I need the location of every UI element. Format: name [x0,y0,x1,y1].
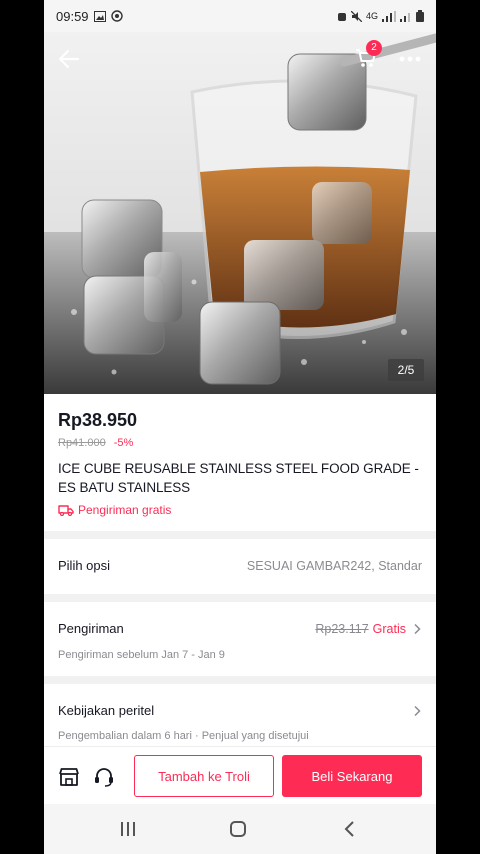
status-time: 09:59 [56,8,89,24]
signal-icon [382,10,396,22]
chevron-right-icon [414,623,421,634]
phone-screen: 09:59 4G 2 2/5 Rp38.950 Rp41.000 -5% ICE… [44,0,436,854]
bottom-action-bar: Tambah ke Troli Beli Sekarang [44,746,436,804]
recent-apps-icon[interactable] [118,820,138,838]
options-value: SESUAI GAMBAR242, Standar [246,558,422,573]
section-divider [44,531,436,539]
battery-icon [416,10,424,22]
delivery-truck-icon [58,505,74,516]
product-image [44,33,436,394]
original-price: Rp41.000 [58,437,106,449]
cart-button[interactable]: 2 [354,40,382,72]
alarm-icon [337,12,346,21]
chevron-right-icon [414,705,421,716]
cart-count-badge: 2 [366,40,382,56]
chat-support-icon[interactable] [92,765,116,789]
policy-detail: Pengembalian dalam 6 hari · Penjual yang… [58,730,309,742]
product-price: Rp38.950 [58,410,138,430]
signal-icon-2 [400,12,410,22]
discount-badge: -5% [113,437,134,449]
free-shipping-label: Pengiriman gratis [58,503,171,517]
whatsapp-icon [110,10,123,22]
retailer-policy-row[interactable]: Kebijakan peritel [58,703,422,718]
back-button[interactable] [56,46,82,72]
shipping-original-cost: Rp23.117 [315,621,369,636]
home-icon[interactable] [228,820,248,838]
image-counter: 2/5 [388,359,424,381]
section-divider [44,594,436,602]
buy-now-button[interactable]: Beli Sekarang [282,755,422,797]
price-discount-row: Rp41.000 -5% [58,437,133,449]
shipping-label: Pengiriman [58,621,124,636]
shipping-cost: Gratis [372,621,406,636]
section-divider [44,676,436,684]
free-shipping-text: Pengiriman gratis [78,503,172,517]
more-options-icon[interactable] [396,46,424,72]
gallery-icon [93,10,106,22]
back-nav-icon[interactable] [340,820,360,838]
options-label: Pilih opsi [58,558,111,573]
shipping-row[interactable]: Pengiriman Rp23.117 Gratis [58,621,422,636]
product-title: ICE CUBE REUSABLE STAINLESS STEEL FOOD G… [58,461,419,495]
product-image-carousel[interactable]: 2 2/5 [44,32,436,394]
add-to-cart-button[interactable]: Tambah ke Troli [134,755,274,797]
status-bar: 09:59 4G [44,0,436,32]
system-nav-bar [44,804,436,854]
mute-icon [350,10,362,22]
options-row[interactable]: Pilih opsi SESUAI GAMBAR242, Standar [58,558,422,573]
shipping-eta: Pengiriman sebelum Jan 7 - Jan 9 [58,649,225,661]
network-label: 4G [365,11,378,21]
shop-icon[interactable] [57,765,81,789]
policy-label: Kebijakan peritel [58,703,155,718]
